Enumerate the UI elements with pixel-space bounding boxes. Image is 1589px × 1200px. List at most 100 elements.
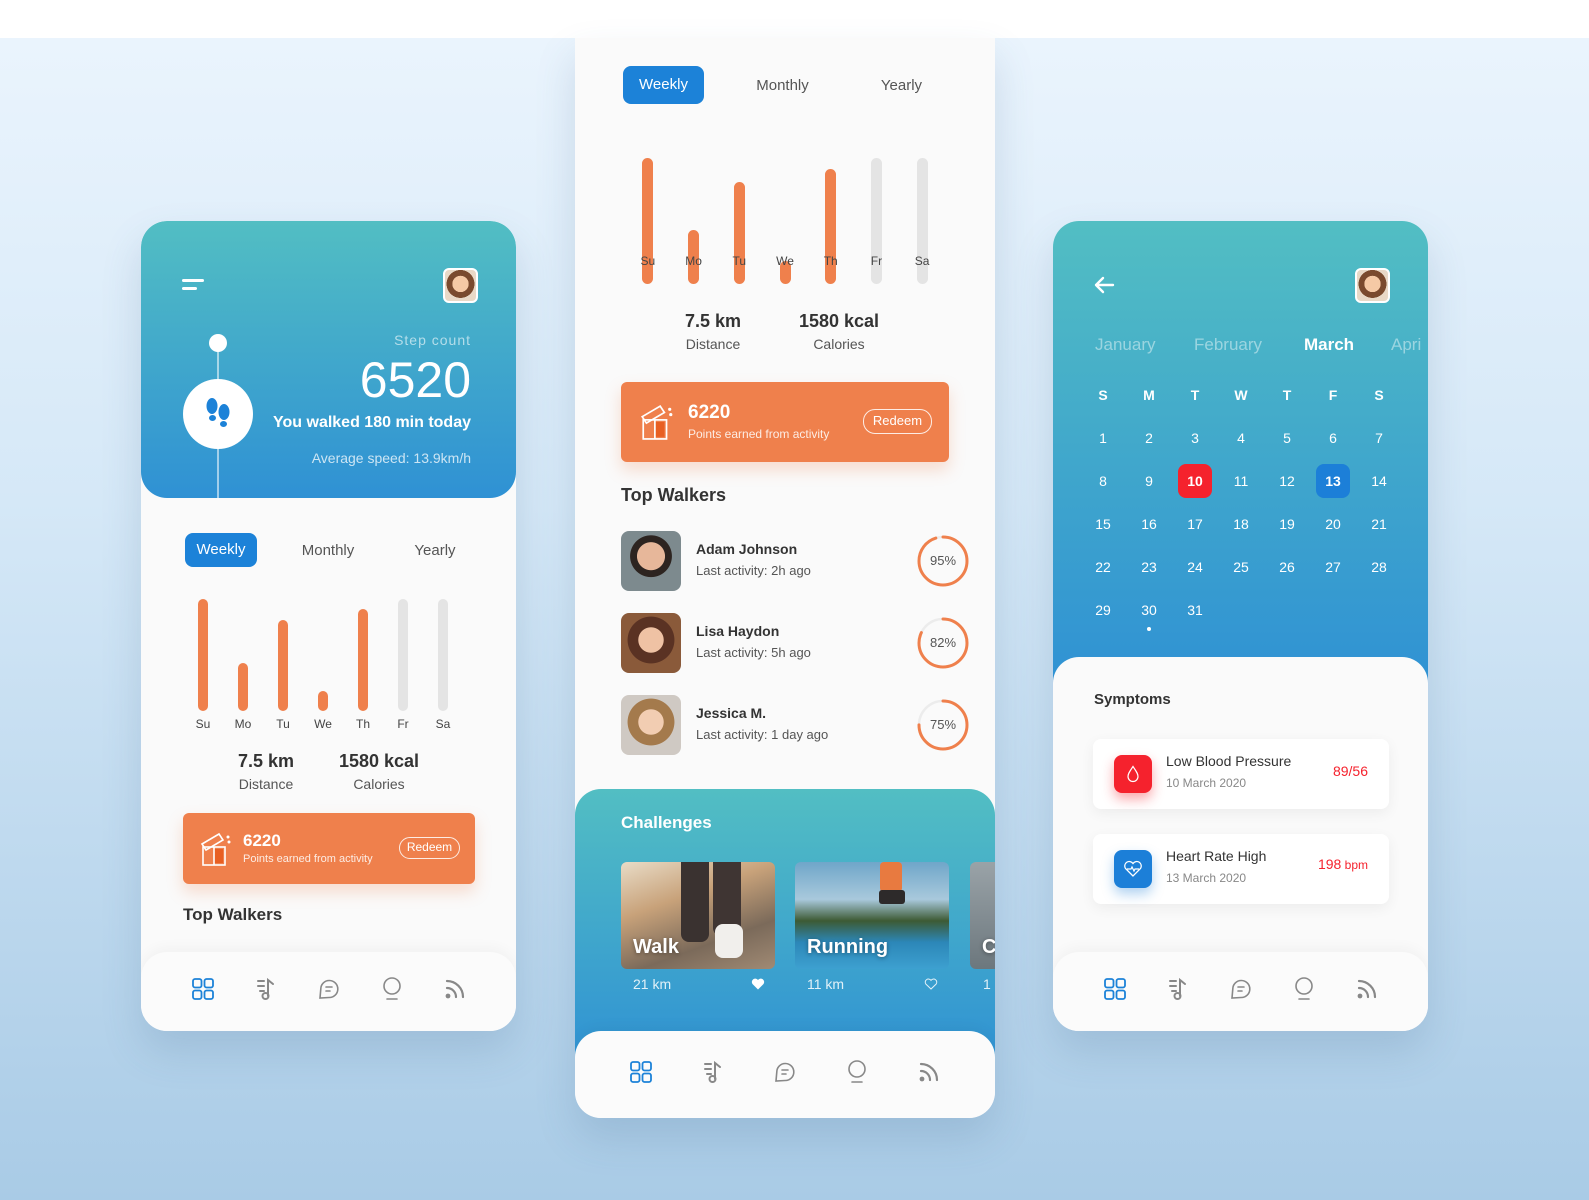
heart-filled-icon[interactable]	[751, 978, 765, 990]
calendar-day[interactable]: 3	[1172, 421, 1218, 455]
bar-fill[interactable]	[438, 599, 448, 711]
redeem-button[interactable]: Redeem	[399, 837, 460, 859]
tab-weekly[interactable]: Weekly	[185, 533, 257, 567]
symptoms-title: Symptoms	[1094, 691, 1171, 708]
user-avatar[interactable]	[443, 268, 478, 303]
calendar-day[interactable]: 4	[1218, 421, 1264, 455]
calendar-day[interactable]: 13	[1310, 463, 1356, 498]
calendar-empty	[1264, 593, 1310, 627]
weekday-header: M	[1143, 386, 1155, 403]
symptom-card[interactable]: Low Blood Pressure 10 March 2020 89/56	[1093, 739, 1389, 809]
tab-monthly[interactable]: Monthly	[742, 77, 823, 94]
challenge-card-partial[interactable]: C	[970, 862, 995, 969]
calendar-week-row: 8 9 10 11 12 13 14	[1080, 459, 1402, 502]
calendar-day[interactable]: 25	[1218, 550, 1264, 584]
user-avatar[interactable]	[1355, 268, 1390, 303]
tab-weekly[interactable]: Weekly	[623, 66, 704, 104]
calendar-day[interactable]: 16	[1126, 507, 1172, 541]
nav-rss[interactable]	[915, 1061, 943, 1089]
calendar-day[interactable]: 1	[1080, 421, 1126, 455]
tab-monthly[interactable]: Monthly	[292, 542, 364, 559]
calendar-day[interactable]: 29	[1080, 593, 1126, 627]
calendar-day[interactable]: 10	[1172, 463, 1218, 498]
rss-icon	[443, 977, 467, 1006]
month-march[interactable]: March	[1304, 335, 1354, 355]
nav-rss[interactable]	[1353, 978, 1381, 1006]
walker-row[interactable]: Jessica M. Last activity: 1 day ago 75%	[621, 695, 969, 755]
bar-fill[interactable]	[318, 690, 328, 711]
walker-photo	[621, 613, 681, 673]
month-february[interactable]: February	[1194, 335, 1262, 355]
calendar-day[interactable]: 17	[1172, 507, 1218, 541]
nav-music-note[interactable]	[252, 977, 280, 1006]
distance-label: Distance	[238, 776, 294, 792]
points-label: Points earned from activity	[243, 853, 373, 865]
walker-photo	[621, 531, 681, 591]
calendar-day[interactable]: 30	[1126, 593, 1172, 631]
heart-rate-icon	[1124, 860, 1142, 877]
bar-fill[interactable]	[733, 181, 745, 284]
nav-chat-bubble[interactable]	[315, 978, 343, 1006]
nav-rss[interactable]	[441, 978, 469, 1006]
redeem-button[interactable]: Redeem	[863, 409, 932, 434]
bar-fill[interactable]	[398, 599, 408, 711]
calendar-day[interactable]: 14	[1356, 464, 1402, 498]
nav-grid[interactable]	[189, 978, 217, 1006]
calendar-day[interactable]: 31	[1172, 593, 1218, 627]
calendar-day[interactable]: 7	[1356, 421, 1402, 455]
calendar-day[interactable]: 22	[1080, 550, 1126, 584]
nav-grid[interactable]	[1101, 978, 1129, 1006]
calendar-day[interactable]: 27	[1310, 550, 1356, 584]
day-label: Mo	[685, 254, 702, 268]
calendar-day[interactable]: 24	[1172, 550, 1218, 584]
nav-lightbulb[interactable]	[843, 1060, 871, 1089]
calendar-day[interactable]: 6	[1310, 421, 1356, 455]
bar-su	[198, 599, 208, 711]
calendar-day[interactable]: 19	[1264, 507, 1310, 541]
symptom-card[interactable]: Heart Rate High 13 March 2020 198 bpm	[1093, 834, 1389, 904]
calendar-day[interactable]: 15	[1080, 507, 1126, 541]
challenge-card-walk[interactable]: Walk	[621, 862, 775, 969]
step-count-value: 6520	[359, 352, 471, 408]
nav-grid[interactable]	[627, 1061, 655, 1089]
bottom-nav	[141, 952, 516, 1031]
blood-drop-icon	[1127, 765, 1139, 783]
walker-row[interactable]: Lisa Haydon Last activity: 5h ago 82%	[621, 613, 969, 673]
month-january[interactable]: January	[1095, 335, 1155, 355]
calendar-day[interactable]: 23	[1126, 550, 1172, 584]
bar-fill[interactable]	[238, 662, 248, 711]
calendar-day-number: 26	[1279, 558, 1295, 575]
nav-lightbulb[interactable]	[1290, 977, 1318, 1006]
calendar-day[interactable]: 5	[1264, 421, 1310, 455]
calendar-day[interactable]: 11	[1218, 464, 1264, 498]
calendar-day[interactable]: 21	[1356, 507, 1402, 541]
weekday-header: F	[1328, 386, 1338, 403]
heart-outline-icon[interactable]	[924, 978, 938, 990]
challenge-card-running[interactable]: Running	[795, 862, 949, 969]
calendar-day[interactable]: 26	[1264, 550, 1310, 584]
calendar-day[interactable]: 20	[1310, 507, 1356, 541]
nav-chat-bubble[interactable]	[1227, 978, 1255, 1006]
calendar-day[interactable]: 8	[1080, 464, 1126, 498]
nav-chat-bubble[interactable]	[771, 1061, 799, 1089]
calendar-day[interactable]: 12	[1264, 464, 1310, 498]
bar-fill[interactable]	[278, 620, 288, 711]
nav-lightbulb[interactable]	[378, 977, 406, 1006]
walker-row[interactable]: Adam Johnson Last activity: 2h ago 95%	[621, 531, 969, 591]
calendar-day[interactable]: 28	[1356, 550, 1402, 584]
back-arrow-icon[interactable]	[1093, 276, 1115, 294]
points-value: 6220	[688, 402, 731, 423]
weekday-header: T	[1282, 386, 1292, 403]
bar-fill[interactable]	[198, 599, 208, 711]
calendar-day[interactable]: 18	[1218, 507, 1264, 541]
calendar-day[interactable]: 9	[1126, 464, 1172, 498]
nav-music-note[interactable]	[1164, 977, 1192, 1006]
tab-yearly[interactable]: Yearly	[399, 542, 471, 559]
calendar-day[interactable]: 2	[1126, 421, 1172, 455]
tab-yearly[interactable]: Yearly	[861, 77, 942, 94]
points-value: 6220	[243, 831, 281, 850]
nav-music-note[interactable]	[699, 1060, 727, 1089]
bar-fill[interactable]	[358, 609, 368, 711]
menu-icon[interactable]	[182, 279, 204, 293]
month-april[interactable]: Apri	[1391, 335, 1421, 355]
